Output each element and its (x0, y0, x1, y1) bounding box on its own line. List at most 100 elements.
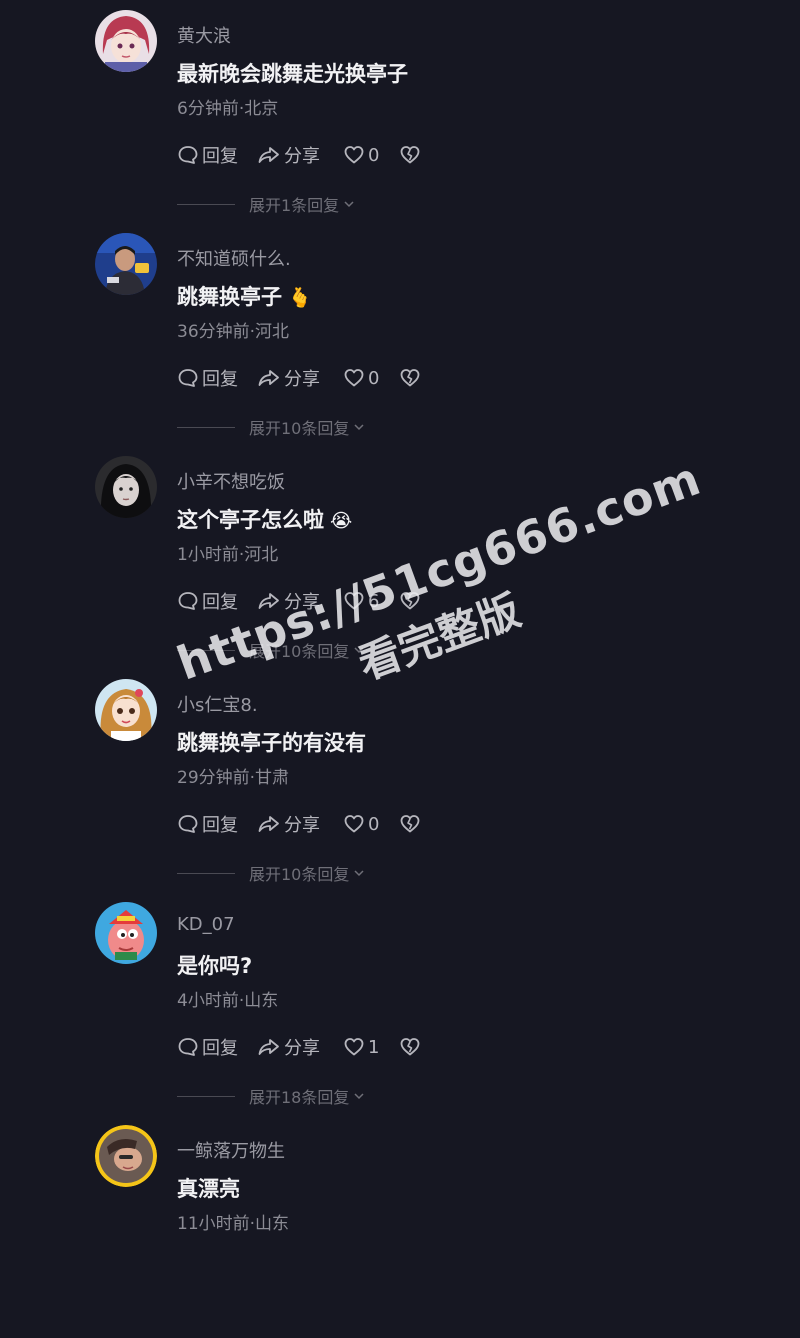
like-button[interactable]: 0 (343, 367, 399, 389)
like-button[interactable]: 1 (343, 1036, 399, 1058)
chevron-down-icon (344, 201, 354, 208)
heart-icon (344, 146, 364, 164)
comment-actions: 回复 分享 6 (177, 588, 421, 614)
expand-replies-label: 展开10条回复 (249, 865, 350, 884)
speech-bubble-icon (178, 815, 198, 833)
like-count: 1 (368, 1036, 380, 1058)
comment-username[interactable]: 小s仁宝8. (177, 691, 258, 717)
dislike-button[interactable] (399, 813, 421, 835)
divider-line (177, 426, 235, 428)
comment-text: 这个亭子怎么啦 😭 (177, 504, 352, 534)
comment-text: 跳舞换亭子的有没有 (177, 727, 366, 757)
comment-actions: 回复 分享 0 (177, 142, 421, 168)
comment-item: 小s仁宝8. 跳舞换亭子的有没有 29分钟前·甘肃 回复 分享 0 展开10条回… (0, 669, 800, 892)
share-button[interactable]: 分享 (257, 588, 343, 614)
reply-button[interactable]: 回复 (177, 1034, 257, 1060)
anime-girl-avatar-icon[interactable] (95, 10, 157, 72)
comment-text-body: 跳舞换亭子的有没有 (177, 731, 366, 755)
comment-text: 是你吗? (177, 950, 252, 980)
dislike-button[interactable] (399, 367, 421, 389)
comment-item: 一鲸落万物生 真漂亮 11小时前·山东 (0, 1115, 800, 1338)
comment-username[interactable]: 小辛不想吃饭 (177, 468, 285, 494)
share-button[interactable]: 分享 (257, 142, 343, 168)
heart-icon (344, 592, 364, 610)
expand-replies-label: 展开10条回复 (249, 419, 350, 438)
broken-heart-icon (400, 1038, 420, 1056)
share-arrow-icon (258, 1039, 279, 1055)
like-button[interactable]: 0 (343, 144, 399, 166)
comment-username[interactable]: 黄大浪 (177, 22, 231, 48)
speech-bubble-icon (178, 592, 198, 610)
comment-text: 真漂亮 (177, 1173, 240, 1203)
divider-line (177, 203, 235, 205)
share-label: 分享 (284, 815, 320, 836)
dislike-button[interactable] (399, 590, 421, 612)
share-arrow-icon (258, 370, 279, 386)
expand-replies-label: 展开10条回复 (249, 642, 350, 661)
chevron-down-icon (354, 424, 364, 431)
share-label: 分享 (284, 146, 320, 167)
expand-replies-button[interactable]: 展开10条回复 (177, 415, 365, 439)
expand-replies-button[interactable]: 展开10条回复 (177, 638, 365, 662)
comment-username[interactable]: 一鲸落万物生 (177, 1137, 285, 1163)
yellow-ring-avatar-icon[interactable] (95, 1125, 157, 1187)
divider-line (177, 649, 235, 651)
broken-heart-icon (400, 146, 420, 164)
like-count: 0 (368, 144, 380, 166)
emoji: 🫰 (288, 287, 312, 309)
comment-actions: 回复 分享 0 (177, 811, 421, 837)
cartoon-girl-avatar-icon[interactable] (95, 679, 157, 741)
share-arrow-icon (258, 593, 279, 609)
share-button[interactable]: 分享 (257, 365, 343, 391)
comment-meta: 11小时前·山东 (177, 1214, 290, 1234)
like-count: 6 (368, 590, 380, 612)
comment-text-body: 真漂亮 (177, 1177, 240, 1201)
broken-heart-icon (400, 592, 420, 610)
dislike-button[interactable] (399, 144, 421, 166)
heart-icon (344, 369, 364, 387)
comment-meta: 36分钟前·河北 (177, 322, 290, 342)
comment-username[interactable]: 不知道硕什么. (177, 245, 291, 271)
man-photo-avatar-icon[interactable] (95, 233, 157, 295)
like-button[interactable]: 0 (343, 813, 399, 835)
reply-button[interactable]: 回复 (177, 142, 257, 168)
cartoon-character-avatar-icon[interactable] (95, 902, 157, 964)
expand-replies-label: 展开1条回复 (249, 196, 340, 215)
broken-heart-icon (400, 369, 420, 387)
comment-meta: 6分钟前·北京 (177, 99, 279, 119)
comment-text-body: 是你吗? (177, 954, 253, 978)
expand-replies-button[interactable]: 展开1条回复 (177, 192, 355, 216)
reply-label: 回复 (202, 1038, 238, 1059)
dislike-button[interactable] (399, 1036, 421, 1058)
comment-username[interactable]: KD_07 (177, 914, 235, 935)
comment-text-body: 这个亭子怎么啦 (177, 508, 324, 532)
comment-meta: 4小时前·山东 (177, 991, 279, 1011)
reply-label: 回复 (202, 146, 238, 167)
reply-button[interactable]: 回复 (177, 811, 257, 837)
expand-replies-button[interactable]: 展开18条回复 (177, 1084, 365, 1108)
reply-button[interactable]: 回复 (177, 365, 257, 391)
dark-portrait-avatar-icon[interactable] (95, 456, 157, 518)
reply-button[interactable]: 回复 (177, 588, 257, 614)
share-label: 分享 (284, 369, 320, 390)
like-count: 0 (368, 813, 380, 835)
comment-item: KD_07 是你吗? 4小时前·山东 回复 分享 1 展开18条回复 (0, 892, 800, 1115)
share-label: 分享 (284, 592, 320, 613)
comment-item: 不知道硕什么. 跳舞换亭子 🫰 36分钟前·河北 回复 分享 0 展开10条回复 (0, 223, 800, 446)
divider-line (177, 1095, 235, 1097)
chevron-down-icon (354, 647, 364, 654)
reply-label: 回复 (202, 369, 238, 390)
comment-meta: 29分钟前·甘肃 (177, 768, 290, 788)
like-button[interactable]: 6 (343, 590, 399, 612)
expand-replies-button[interactable]: 展开10条回复 (177, 861, 365, 885)
heart-icon (344, 1038, 364, 1056)
share-button[interactable]: 分享 (257, 1034, 343, 1060)
like-count: 0 (368, 367, 380, 389)
comment-actions: 回复 分享 0 (177, 365, 421, 391)
broken-heart-icon (400, 815, 420, 833)
comment-text-body: 最新晚会跳舞走光换亭子 (177, 62, 408, 86)
comment-actions: 回复 分享 1 (177, 1034, 421, 1060)
comment-text-body: 跳舞换亭子 (177, 285, 282, 309)
share-arrow-icon (258, 147, 279, 163)
share-button[interactable]: 分享 (257, 811, 343, 837)
